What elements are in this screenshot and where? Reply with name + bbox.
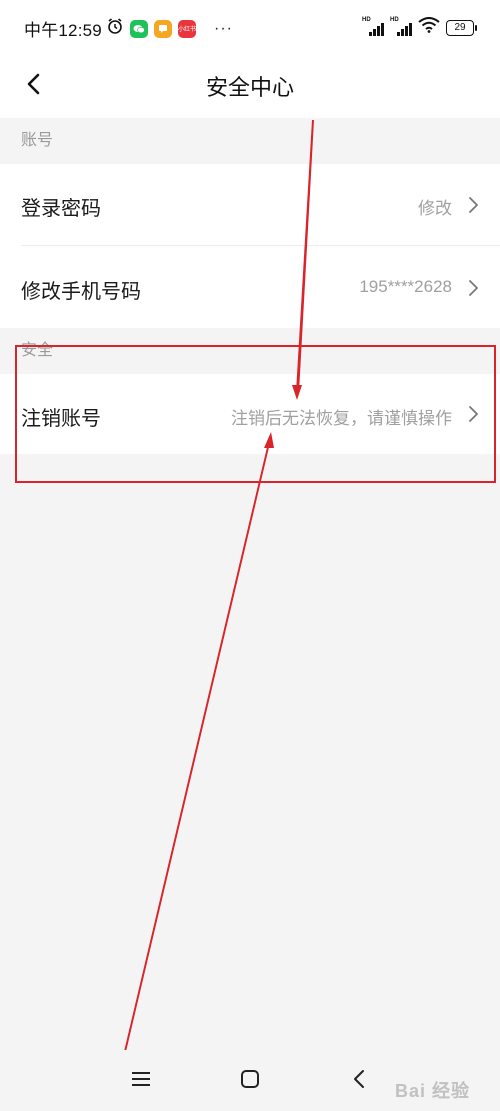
row-delete-account[interactable]: 注销账号 注销后无法恢复，请谨慎操作 xyxy=(0,374,500,454)
bottom-nav: Bai 经验 xyxy=(0,1050,500,1111)
row-value: 195****2628 xyxy=(359,277,452,296)
menu-icon xyxy=(131,1071,151,1092)
status-bar: 中午12:59 小红书 ··· HD HD 29 xyxy=(0,0,500,56)
status-right-icons: HD HD 29 xyxy=(362,17,477,38)
system-back-button[interactable] xyxy=(342,1064,376,1098)
row-label: 修改手机号码 xyxy=(21,281,141,303)
row-change-phone[interactable]: 修改手机号码 195****2628 xyxy=(0,246,500,328)
signal-icon: HD xyxy=(362,17,384,36)
chevron-right-icon xyxy=(466,404,480,424)
watermark: Bai 经验 xyxy=(394,1081,470,1101)
alarm-icon xyxy=(106,17,124,40)
row-login-password[interactable]: 登录密码 修改 xyxy=(0,164,500,246)
notification-icons: 小红书 ··· xyxy=(106,17,233,40)
row-label: 注销账号 xyxy=(21,408,101,430)
section-header-account: 账号 xyxy=(0,118,500,164)
row-value: 注销后无法恢复，请谨慎操作 xyxy=(231,409,452,428)
back-chevron-icon xyxy=(352,1069,366,1094)
nav-bar: 安全中心 xyxy=(0,56,500,118)
more-notifications-icon: ··· xyxy=(214,19,233,37)
home-button[interactable] xyxy=(233,1064,267,1098)
wifi-icon xyxy=(418,17,440,38)
message-icon xyxy=(154,19,172,38)
home-square-icon xyxy=(240,1069,260,1094)
battery-icon: 29 xyxy=(446,19,477,36)
status-time: 中午12:59 xyxy=(24,21,102,40)
chevron-right-icon xyxy=(466,195,480,215)
row-label: 登录密码 xyxy=(21,198,101,220)
signal-icon-2: HD xyxy=(390,17,412,36)
menu-button[interactable] xyxy=(124,1064,158,1098)
chevron-right-icon xyxy=(466,278,480,298)
page-title: 安全中心 xyxy=(205,75,294,100)
row-value: 修改 xyxy=(418,199,452,218)
app-icon: 小红书 xyxy=(178,19,196,38)
wechat-icon xyxy=(130,19,148,38)
section-header-security: 安全 xyxy=(0,328,500,374)
